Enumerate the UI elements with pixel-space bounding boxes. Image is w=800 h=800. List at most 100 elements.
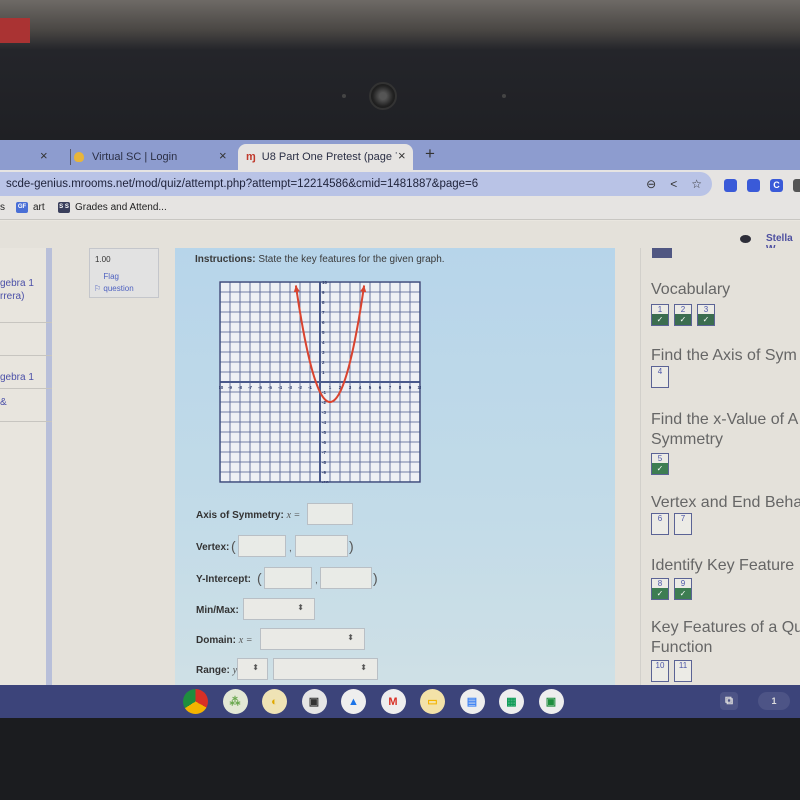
- answered-check-icon: ✓: [675, 588, 691, 599]
- quiz-question-button-7[interactable]: 7: [674, 513, 692, 535]
- bookmark-partial[interactable]: s: [0, 202, 5, 213]
- vertex-y-input[interactable]: [295, 535, 348, 557]
- y-tick-label: -10: [322, 480, 329, 483]
- x-tick-label: -8: [238, 385, 242, 390]
- y-intercept-y-input[interactable]: [320, 567, 372, 589]
- x-tick-label: -5: [268, 385, 272, 390]
- question-number: 1: [657, 305, 663, 314]
- question-number: 8: [657, 579, 663, 588]
- question-number: 4: [657, 367, 663, 376]
- quiz-section-title: Vertex and End Beha: [651, 494, 800, 511]
- quiz-question-button-2[interactable]: 2 ✓: [674, 304, 692, 326]
- select-caret-icon: ⬍: [347, 633, 354, 642]
- close-tab-icon[interactable]: ×: [398, 148, 406, 163]
- y-tick-label: -8: [322, 460, 326, 465]
- drive-app-icon[interactable]: ▲: [341, 689, 366, 714]
- quiz-section-title: Key Features of a Qu Function: [651, 619, 800, 656]
- range-select[interactable]: ⬍: [273, 658, 378, 680]
- notification-count: 1: [771, 696, 777, 706]
- puzzle-extension-icon[interactable]: [747, 179, 760, 192]
- close-tab-icon[interactable]: ×: [40, 148, 48, 163]
- min-max-select[interactable]: ⬍: [243, 598, 315, 620]
- bookmark-art[interactable]: GF art: [16, 202, 45, 213]
- kindle-app-icon[interactable]: ▣: [301, 689, 327, 714]
- lightbulb-icon: [74, 152, 84, 162]
- axis-of-symmetry-input[interactable]: [307, 503, 353, 525]
- quiz-question-button-1[interactable]: 1 ✓: [651, 304, 669, 326]
- y-tick-label: -7: [322, 450, 326, 455]
- course-link[interactable]: [0, 324, 52, 356]
- android-connect-app-icon[interactable]: ⁂: [222, 689, 248, 714]
- star-icon[interactable]: ☆: [691, 172, 702, 196]
- vertex-x-input[interactable]: [238, 535, 286, 557]
- instructions: Instructions: State the key features for…: [195, 254, 445, 265]
- photos-app-icon[interactable]: ◐: [262, 689, 287, 714]
- tab-pretest[interactable]: ɱ U8 Part One Pretest (page 7 of 1 ×: [238, 144, 413, 170]
- new-tab-button[interactable]: +: [425, 144, 435, 164]
- quiz-question-button-4[interactable]: 4: [651, 366, 669, 388]
- answered-check-icon: ✓: [652, 588, 668, 599]
- moodle-logo-icon: ɱ: [246, 151, 256, 163]
- paren-open: (: [257, 570, 262, 586]
- quiz-section-title: Identify Key Feature: [651, 557, 795, 574]
- sheets-app-icon[interactable]: ▦: [499, 689, 524, 714]
- flag-label: Flag question: [103, 272, 134, 293]
- classroom-app-icon[interactable]: ▣: [538, 689, 564, 714]
- tab-unknown[interactable]: ×: [0, 144, 65, 170]
- course-link[interactable]: gebra 1 rrera): [0, 275, 52, 323]
- course-link[interactable]: gebra 1: [0, 357, 52, 389]
- zoom-icon[interactable]: ⊖: [646, 172, 656, 196]
- sensor-dot: [342, 94, 346, 98]
- question-number: 3: [703, 305, 709, 314]
- range-operator-select[interactable]: ⬍: [237, 658, 268, 680]
- quiz-question-button-11[interactable]: 11: [674, 660, 692, 682]
- background-object: [0, 18, 30, 43]
- quiz-question-button-8[interactable]: 8 ✓: [651, 578, 669, 600]
- y-intercept-x-input[interactable]: [264, 567, 312, 589]
- question-number: 9: [680, 579, 686, 588]
- quiz-question-button-3[interactable]: 3 ✓: [697, 304, 715, 326]
- chat-icon[interactable]: [740, 235, 751, 243]
- quiz-question-button-10[interactable]: 10: [651, 660, 669, 682]
- select-caret-icon: ⬍: [252, 663, 259, 672]
- c-extension-icon[interactable]: C: [770, 179, 783, 192]
- tab-label: Virtual SC | Login: [92, 151, 178, 163]
- left-course-nav: gebra 1 rrera) gebra 1 &: [0, 248, 52, 685]
- gmail-app-icon[interactable]: M: [380, 689, 406, 714]
- bookmark-grades[interactable]: S S Grades and Attend...: [58, 202, 167, 213]
- close-tab-icon[interactable]: ×: [219, 148, 227, 163]
- y-tick-label: -3: [322, 410, 326, 415]
- domain-select[interactable]: ⬍: [260, 628, 365, 650]
- translate-extension-icon[interactable]: [724, 179, 737, 192]
- paren-close: ): [349, 538, 354, 554]
- address-bar[interactable]: scde-genius.mrooms.net/mod/quiz/attempt.…: [0, 172, 712, 196]
- extension-icon[interactable]: [793, 179, 800, 192]
- question-info-box: 1.00 ⚐ Flag question: [89, 248, 159, 298]
- quiz-navigation: Vocabulary 1 ✓ 2 ✓ 3 ✓ Find the Axis of Sym 4 Fin…: [640, 248, 800, 685]
- laptop-bezel-bottom: [0, 718, 800, 800]
- x-tick-label: 10: [417, 385, 421, 390]
- share-icon[interactable]: <: [670, 172, 677, 196]
- select-caret-icon: ⬍: [297, 603, 304, 612]
- webcam: [369, 82, 397, 110]
- flag-icon: ⚐: [94, 284, 102, 293]
- y-tick-label: -5: [322, 430, 326, 435]
- tab-virtual-sc[interactable]: Virtual SC | Login ×: [66, 144, 236, 170]
- docs-app-icon[interactable]: ▤: [459, 689, 485, 714]
- quiz-question-button-9[interactable]: 9 ✓: [674, 578, 692, 600]
- domain-label: Domain: x =: [196, 635, 253, 646]
- chrome-app-icon[interactable]: [183, 689, 208, 714]
- answered-check-icon: ✓: [652, 463, 668, 474]
- quiz-question-button-6[interactable]: 6: [651, 513, 669, 535]
- comma: ,: [289, 543, 292, 554]
- slides-app-icon[interactable]: ▭: [420, 689, 445, 714]
- screen-capture-icon[interactable]: ⧉: [720, 692, 738, 710]
- status-tray[interactable]: 1: [758, 692, 790, 710]
- gf-icon: GF: [16, 202, 28, 213]
- marks-value: 1.00: [95, 255, 111, 264]
- y-tick-label: -4: [322, 420, 326, 425]
- course-link[interactable]: &: [0, 390, 52, 422]
- flag-question-link[interactable]: ⚐ Flag question: [94, 271, 145, 295]
- quiz-question-button-5[interactable]: 5 ✓: [651, 453, 669, 475]
- answered-check-icon: ✓: [652, 314, 668, 325]
